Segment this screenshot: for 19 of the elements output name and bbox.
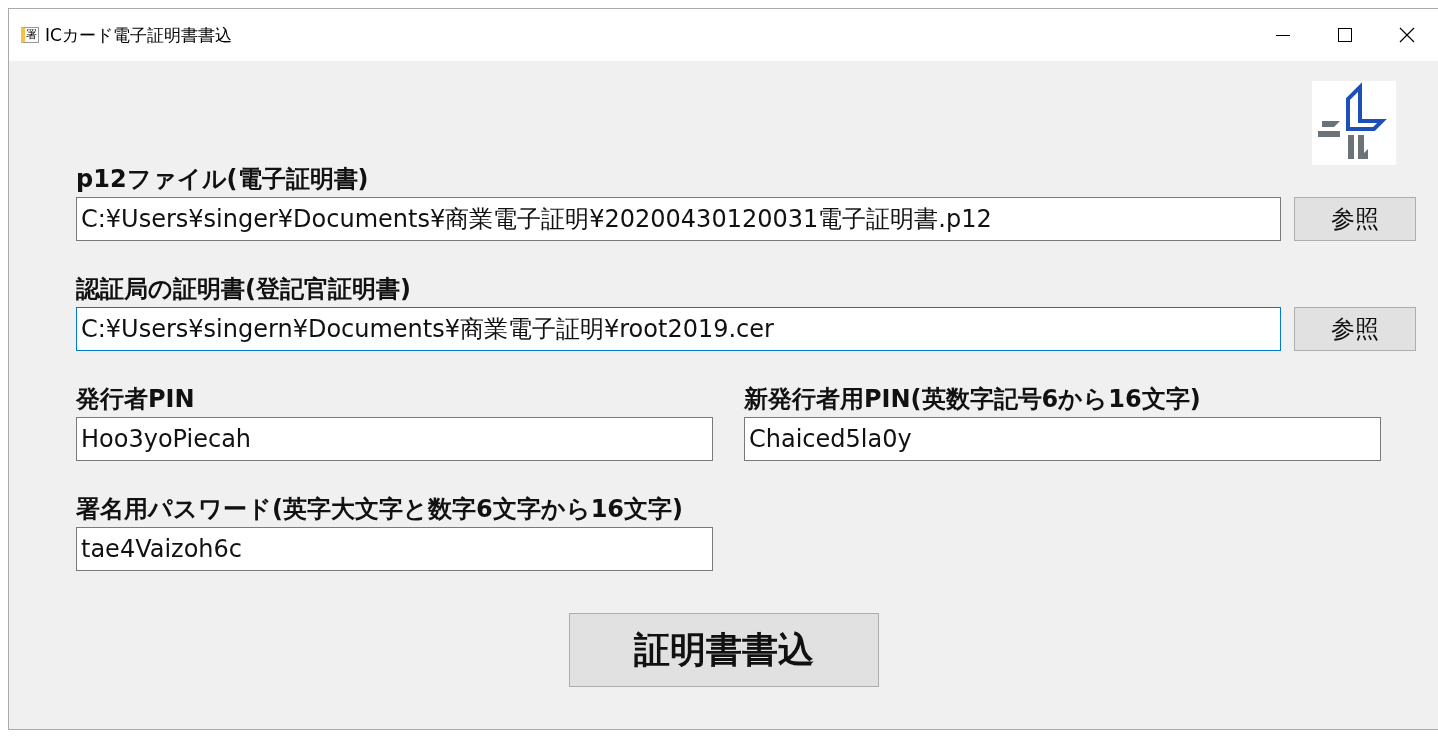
- logo-icon: [1312, 81, 1396, 165]
- maximize-icon: [1338, 28, 1352, 42]
- app-icon: 署: [21, 27, 39, 43]
- field-label: p12ファイル(電子証明書): [76, 164, 370, 195]
- path-field[interactable]: C:¥Users¥singern¥Documents¥商業電子証明¥root2019.cer: [76, 307, 1281, 351]
- browse-button[interactable]: 参照: [1294, 197, 1416, 241]
- field-label: 認証局の証明書(登記官証明書): [76, 274, 412, 305]
- minimize-icon: [1276, 34, 1290, 36]
- field-label: 署名用パスワード(英字大文字と数字6文字から16文字): [76, 494, 685, 525]
- input-field[interactable]: Hoo3yoPiecah: [76, 417, 713, 461]
- field-label: 発行者PIN: [76, 384, 196, 415]
- field-label: 新発行者用PIN(英数字記号6から16文字): [744, 384, 1202, 415]
- write-certificate-button[interactable]: 証明書書込: [569, 613, 879, 687]
- browse-button[interactable]: 参照: [1294, 307, 1416, 351]
- window-title: ICカード電子証明書書込: [45, 23, 232, 47]
- close-icon: [1399, 27, 1415, 43]
- input-field[interactable]: Chaiced5la0y: [744, 417, 1381, 461]
- input-field[interactable]: tae4Vaizoh6c: [76, 527, 713, 571]
- path-field[interactable]: C:¥Users¥singer¥Documents¥商業電子証明¥20200430120031電子証明書.p12: [76, 197, 1281, 241]
